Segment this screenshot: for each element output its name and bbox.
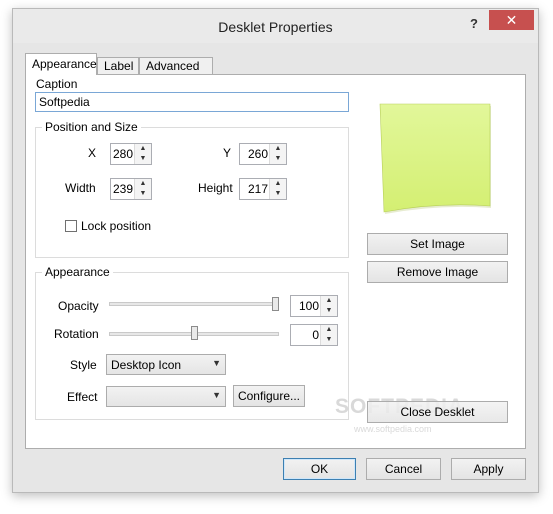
style-label: Style [70,358,97,372]
rotation-value: 0 [312,328,319,342]
lock-position-label[interactable]: Lock position [81,219,151,233]
window-title: Desklet Properties [218,19,333,35]
x-label: X [88,146,97,160]
opacity-value: 100 [298,299,319,313]
rotation-spin-arrows[interactable]: ▲ ▼ [320,325,337,345]
x-spinbox[interactable]: 280 ▲ ▼ [110,143,152,165]
position-size-group-label: Position and Size [42,120,141,134]
chevron-down-icon: ▼ [212,390,221,400]
width-label: Width [65,181,96,195]
tab-label-label: Label [104,59,134,73]
y-spin-arrows[interactable]: ▲ ▼ [269,144,286,164]
spin-down-icon[interactable]: ▼ [321,335,337,345]
spin-down-icon[interactable]: ▼ [321,306,337,316]
chevron-down-icon: ▼ [212,358,221,368]
spin-down-icon[interactable]: ▼ [135,154,151,164]
caption-label: Caption [36,77,78,91]
tab-appearance[interactable]: Appearance [25,53,97,75]
watermark-url: www.softpedia.com [354,424,432,434]
y-label: Y [223,146,232,160]
spin-down-icon[interactable]: ▼ [270,154,286,164]
rotation-slider-thumb[interactable] [190,326,198,340]
close-window-button[interactable]: ✕ [489,10,534,30]
spin-down-icon[interactable]: ▼ [135,189,151,199]
opacity-slider-track[interactable] [109,302,279,306]
y-value: 260 [247,147,268,161]
dialog-client: Appearance Label Advanced Caption Softpe… [13,43,538,492]
opacity-label: Opacity [58,299,99,313]
width-spin-arrows[interactable]: ▲ ▼ [134,179,151,199]
set-image-button[interactable]: Set Image [367,233,508,255]
ok-button[interactable]: OK [283,458,356,480]
opacity-spinbox[interactable]: 100 ▲ ▼ [290,295,338,317]
sticky-note-icon [379,103,491,214]
style-dropdown[interactable]: Desktop Icon ▼ [106,354,226,375]
width-spinbox[interactable]: 239 ▲ ▼ [110,178,152,200]
style-dropdown-value: Desktop Icon [111,358,182,372]
appearance-group: Appearance Opacity 100 ▲ ▼ Rotation 0 ▲ … [35,265,349,420]
spin-down-icon[interactable]: ▼ [270,189,286,199]
caption-input[interactable]: Softpedia [35,92,349,112]
effect-dropdown[interactable]: ▼ [106,386,226,407]
y-spinbox[interactable]: 260 ▲ ▼ [239,143,287,165]
tab-appearance-label: Appearance [32,57,97,71]
height-value: 217 [247,182,268,196]
width-value: 239 [112,182,133,196]
x-spin-arrows[interactable]: ▲ ▼ [134,144,151,164]
remove-image-button[interactable]: Remove Image [367,261,508,283]
configure-button[interactable]: Configure... [233,385,305,407]
rotation-label: Rotation [54,327,99,341]
close-desklet-button[interactable]: Close Desklet [367,401,508,423]
tab-advanced[interactable]: Advanced [139,57,213,75]
appearance-group-label: Appearance [42,265,113,279]
lock-position-checkbox[interactable] [65,220,77,232]
rotation-spinbox[interactable]: 0 ▲ ▼ [290,324,338,346]
height-spinbox[interactable]: 217 ▲ ▼ [239,178,287,200]
cancel-button[interactable]: Cancel [366,458,441,480]
desklet-preview-image [378,102,493,215]
desklet-properties-window: Desklet Properties ? ✕ Appearance Label … [12,8,539,493]
tab-advanced-label: Advanced [146,59,200,73]
appearance-tab-panel: Caption Softpedia Position and Size X 28… [25,74,526,449]
help-button[interactable]: ? [463,15,485,33]
height-spin-arrows[interactable]: ▲ ▼ [269,179,286,199]
x-value: 280 [112,147,133,161]
title-bar[interactable]: Desklet Properties ? ✕ [13,9,538,43]
position-size-group: Position and Size X 280 ▲ ▼ Y 260 ▲ ▼ Wi… [35,120,349,258]
opacity-slider-thumb[interactable] [272,297,279,311]
opacity-spin-arrows[interactable]: ▲ ▼ [320,296,337,316]
height-label: Height [198,181,233,195]
tab-label[interactable]: Label [97,57,139,75]
effect-label: Effect [67,390,98,404]
apply-button[interactable]: Apply [451,458,526,480]
